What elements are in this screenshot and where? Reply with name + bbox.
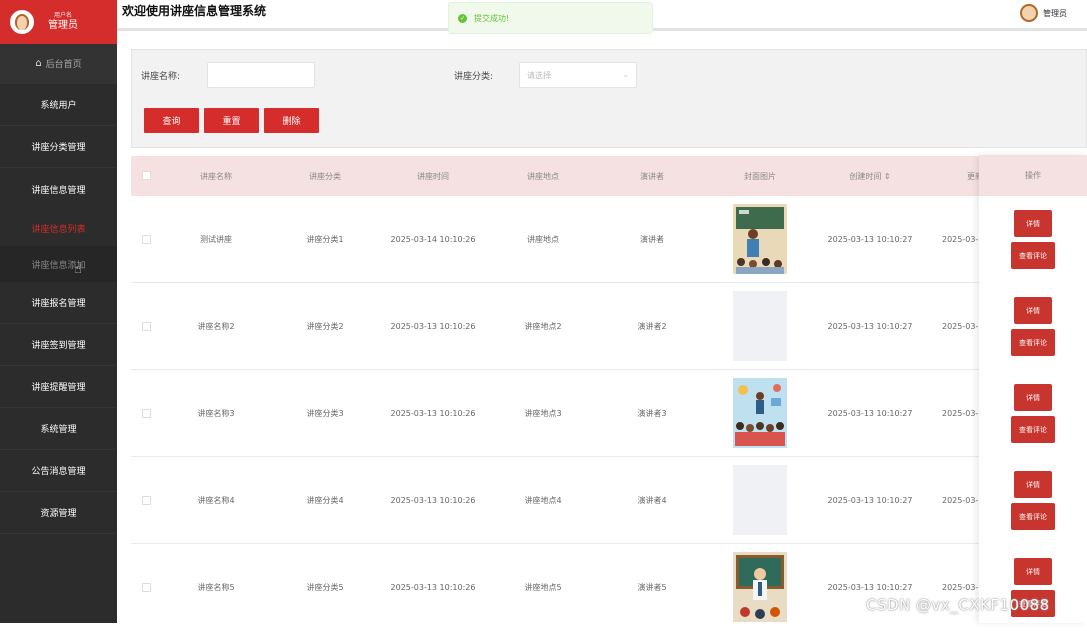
query-button[interactable]: 查询 bbox=[144, 108, 199, 133]
cell-speaker: 演讲者3 bbox=[637, 409, 667, 418]
search-panel: 讲座名称: 讲座分类: 请选择 ⌄ 查询 重置 删除 bbox=[131, 49, 1087, 148]
sidebar-item-reminder-manage[interactable]: 讲座提醒管理 bbox=[0, 366, 117, 408]
admin-menu[interactable]: 管理员 bbox=[1020, 4, 1067, 22]
home-icon: ⌂ bbox=[35, 58, 42, 69]
cover-image bbox=[733, 204, 787, 274]
cell-speaker: 演讲者5 bbox=[637, 583, 667, 592]
detail-button[interactable]: 详情 bbox=[1014, 384, 1052, 411]
sidebar-item-category-manage[interactable]: 讲座分类管理 bbox=[0, 126, 117, 168]
mouse-cursor-icon: ☝ bbox=[74, 262, 82, 277]
category-label: 讲座分类: bbox=[454, 72, 494, 82]
actions-column: 操作 详情 查看评论 详情 查看评论 详情 查看评论 详情 查看评论 详情 查看… bbox=[979, 155, 1087, 623]
detail-button[interactable]: 详情 bbox=[1014, 471, 1052, 498]
cell-speaker: 演讲者 bbox=[640, 235, 664, 244]
sidebar-sub-lecture-add[interactable]: 讲座信息添加 bbox=[0, 246, 117, 282]
cover-image bbox=[733, 378, 787, 448]
watermark: CSDN @vx_CXKF10088 bbox=[866, 596, 1050, 614]
lecture-name-label: 讲座名称: bbox=[141, 72, 181, 82]
reset-button[interactable]: 重置 bbox=[204, 108, 259, 133]
table-row: 讲座名称3 讲座分类3 2025-03-13 10:10:26 讲座地点3 演讲… bbox=[131, 370, 1087, 457]
table-row: 讲座名称2 讲座分类2 2025-03-13 10:10:26 讲座地点2 演讲… bbox=[131, 283, 1087, 370]
toast-message: 提交成功! bbox=[474, 13, 510, 23]
cell-speaker: 演讲者2 bbox=[637, 322, 667, 331]
cover-image-empty bbox=[733, 465, 787, 535]
table-row: 讲座名称5 讲座分类5 2025-03-13 10:10:26 讲座地点5 演讲… bbox=[131, 544, 1087, 631]
cover-image bbox=[733, 552, 787, 622]
success-toast: ✓ 提交成功! bbox=[448, 2, 653, 34]
sidebar-item-resource-manage[interactable]: 资源管理 bbox=[0, 492, 117, 534]
detail-button[interactable]: 详情 bbox=[1014, 558, 1052, 585]
user-role: 用户名 bbox=[53, 12, 72, 20]
col-actions: 操作 bbox=[979, 155, 1087, 196]
sidebar-item-notice-manage[interactable]: 公告消息管理 bbox=[0, 450, 117, 492]
page-title: 欢迎使用讲座信息管理系统 bbox=[122, 4, 267, 18]
delete-button[interactable]: 删除 bbox=[264, 108, 319, 133]
admin-name: 管理员 bbox=[1043, 8, 1067, 18]
lecture-name-input[interactable] bbox=[207, 62, 315, 88]
table-row: 测试讲座 讲座分类1 2025-03-14 10:10:26 讲座地点 演讲者 … bbox=[131, 196, 1087, 283]
sidebar-item-system-manage[interactable]: 系统管理 bbox=[0, 408, 117, 450]
sidebar-item-system-users[interactable]: 系统用户 bbox=[0, 84, 117, 126]
table-row: 讲座名称4 讲座分类4 2025-03-13 10:10:26 讲座地点4 演讲… bbox=[131, 457, 1087, 544]
chevron-down-icon: ⌄ bbox=[622, 70, 629, 79]
view-reviews-button[interactable]: 查看评论 bbox=[1011, 329, 1055, 356]
category-placeholder: 请选择 bbox=[527, 70, 551, 80]
sidebar-item-home[interactable]: ⌂ 后台首页 bbox=[0, 44, 117, 84]
cell-speaker: 演讲者4 bbox=[637, 496, 667, 505]
sidebar-item-lecture-info[interactable]: 讲座信息管理 bbox=[0, 168, 117, 210]
avatar bbox=[10, 10, 34, 34]
category-select[interactable]: 请选择 ⌄ bbox=[519, 62, 637, 88]
view-reviews-button[interactable]: 查看评论 bbox=[1011, 416, 1055, 443]
sidebar: 用户名 管理员 ⌂ 后台首页 系统用户 讲座分类管理 讲座信息管理 讲座信息列表… bbox=[0, 0, 117, 623]
sidebar-sub-lecture-list[interactable]: 讲座信息列表 bbox=[0, 210, 117, 246]
user-panel: 用户名 管理员 bbox=[0, 0, 117, 44]
sidebar-item-checkin-manage[interactable]: 讲座签到管理 bbox=[0, 324, 117, 366]
table-header: 讲座名称 讲座分类 讲座时间 讲座地点 演讲者 封面图片 创建时间 ⇕ 更新时 bbox=[131, 156, 1087, 196]
view-reviews-button[interactable]: 查看评论 bbox=[1011, 503, 1055, 530]
detail-button[interactable]: 详情 bbox=[1014, 297, 1052, 324]
view-reviews-button[interactable]: 查看评论 bbox=[1011, 242, 1055, 269]
sidebar-item-signup-manage[interactable]: 讲座报名管理 bbox=[0, 282, 117, 324]
user-name: 管理员 bbox=[48, 19, 78, 31]
check-circle-icon: ✓ bbox=[458, 13, 467, 23]
admin-avatar-icon bbox=[1020, 4, 1038, 22]
sidebar-item-label: 后台首页 bbox=[45, 60, 82, 70]
detail-button[interactable]: 详情 bbox=[1014, 210, 1052, 237]
cover-image-empty bbox=[733, 291, 787, 361]
